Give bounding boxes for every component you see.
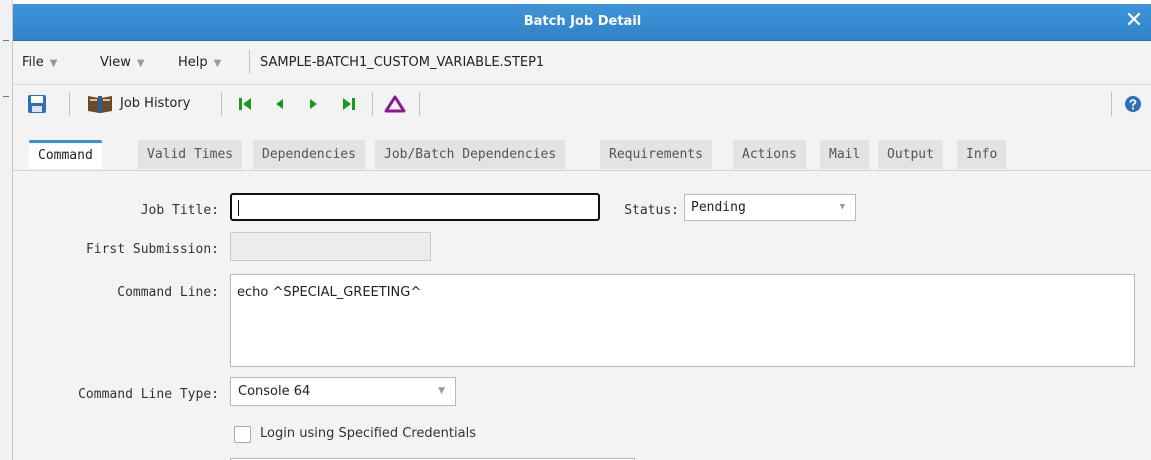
command-line-textarea[interactable]: echo ^SPECIAL_GREETING^ [230, 274, 1135, 367]
job-title-input[interactable] [230, 193, 600, 221]
window-title: Batch Job Detail [523, 14, 642, 29]
tab-job-batch-dependencies[interactable]: Job/Batch Dependencies [375, 140, 566, 169]
next-record-icon [310, 99, 317, 109]
toolbar-divider [221, 92, 222, 116]
tab-output-label: Output [887, 147, 934, 162]
tab-output[interactable]: Output [878, 140, 943, 169]
menu-file[interactable]: File ▼ [22, 41, 57, 84]
job-history-label: Job History [120, 96, 191, 111]
menu-view[interactable]: View ▼ [100, 41, 145, 84]
chevron-down-icon: ▼ [136, 58, 145, 69]
triangle-icon [384, 95, 406, 113]
menu-view-label: View [100, 55, 131, 70]
text-cursor [238, 200, 239, 216]
toolbar-divider [69, 92, 70, 116]
tab-job-batch-dependencies-label: Job/Batch Dependencies [384, 147, 557, 162]
first-submission-label: First Submission: [85, 242, 219, 257]
status-value: Pending [691, 200, 746, 215]
tab-valid-times-label: Valid Times [147, 147, 234, 162]
last-record-icon [343, 98, 355, 110]
tab-mail[interactable]: Mail [820, 140, 870, 169]
batch-job-detail-dialog: Batch Job Detail ✕ File ▼ View ▼ Help ▼ SAM… [12, 4, 1151, 460]
status-label: Status: [624, 203, 679, 218]
next-record-button[interactable] [308, 91, 322, 117]
last-record-button[interactable] [341, 91, 359, 117]
command-line-type-select[interactable]: Console 64 ▼ [230, 377, 456, 406]
tab-requirements-label: Requirements [609, 147, 703, 162]
command-line-type-label: Command Line Type: [78, 387, 219, 402]
menu-bar: File ▼ View ▼ Help ▼ SAMPLE-BATCH1_CUSTOM_V… [13, 41, 1151, 85]
close-icon[interactable]: ✕ [1122, 9, 1146, 33]
toolbar: Job History [13, 85, 1151, 125]
command-line-label: Command Line: [117, 285, 219, 300]
job-history-button[interactable]: Job History [84, 91, 214, 117]
chevron-down-icon: ▼ [213, 58, 222, 69]
tab-mail-label: Mail [829, 147, 861, 162]
command-tab-panel: Job Title: Status: Pending ▼ First Submi… [13, 171, 1151, 460]
toolbar-divider [1111, 92, 1112, 116]
menu-help[interactable]: Help ▼ [178, 41, 221, 84]
command-line-type-value: Console 64 [238, 384, 311, 399]
tab-dependencies[interactable]: Dependencies [253, 140, 365, 169]
save-icon [28, 95, 46, 113]
job-title-label: Job Title: [140, 203, 219, 218]
book-icon [88, 96, 112, 113]
chevron-down-icon: ▼ [49, 58, 58, 69]
tab-actions[interactable]: Actions [733, 140, 806, 169]
background-tick [3, 96, 9, 97]
command-line-value: echo ^SPECIAL_GREETING^ [237, 285, 422, 300]
tab-command[interactable]: Command [29, 140, 102, 169]
title-bar[interactable]: Batch Job Detail ✕ [13, 4, 1151, 41]
tab-info[interactable]: Info [957, 140, 1007, 169]
tab-bar: Command Valid Times Dependencies Job/Bat… [13, 124, 1151, 171]
first-record-icon [239, 98, 251, 110]
tab-actions-label: Actions [742, 147, 797, 162]
first-record-button[interactable] [237, 91, 255, 117]
login-credentials-checkbox[interactable] [234, 426, 251, 443]
job-path: SAMPLE-BATCH1_CUSTOM_VARIABLE.STEP1 [260, 55, 545, 70]
toolbar-divider [419, 92, 420, 116]
tab-valid-times[interactable]: Valid Times [138, 140, 243, 169]
tab-requirements[interactable]: Requirements [600, 140, 712, 169]
menu-help-label: Help [178, 55, 208, 70]
triangle-button[interactable] [384, 91, 408, 117]
background-tick [3, 40, 9, 41]
status-select[interactable]: Pending ▼ [684, 194, 856, 221]
help-icon [1125, 96, 1141, 112]
menu-divider [249, 50, 250, 74]
previous-record-button[interactable] [273, 91, 287, 117]
chevron-down-icon: ▼ [839, 202, 845, 212]
chevron-down-icon: ▼ [438, 386, 445, 396]
help-button[interactable] [1124, 91, 1144, 117]
menu-file-label: File [22, 55, 44, 70]
tab-dependencies-label: Dependencies [262, 147, 356, 162]
tab-info-label: Info [966, 147, 998, 162]
previous-record-icon [276, 99, 283, 109]
save-button[interactable] [27, 91, 49, 117]
toolbar-divider [372, 92, 373, 116]
first-submission-field [230, 232, 431, 261]
tab-command-label: Command [38, 148, 93, 163]
login-credentials-label: Login using Specified Credentials [260, 426, 476, 441]
